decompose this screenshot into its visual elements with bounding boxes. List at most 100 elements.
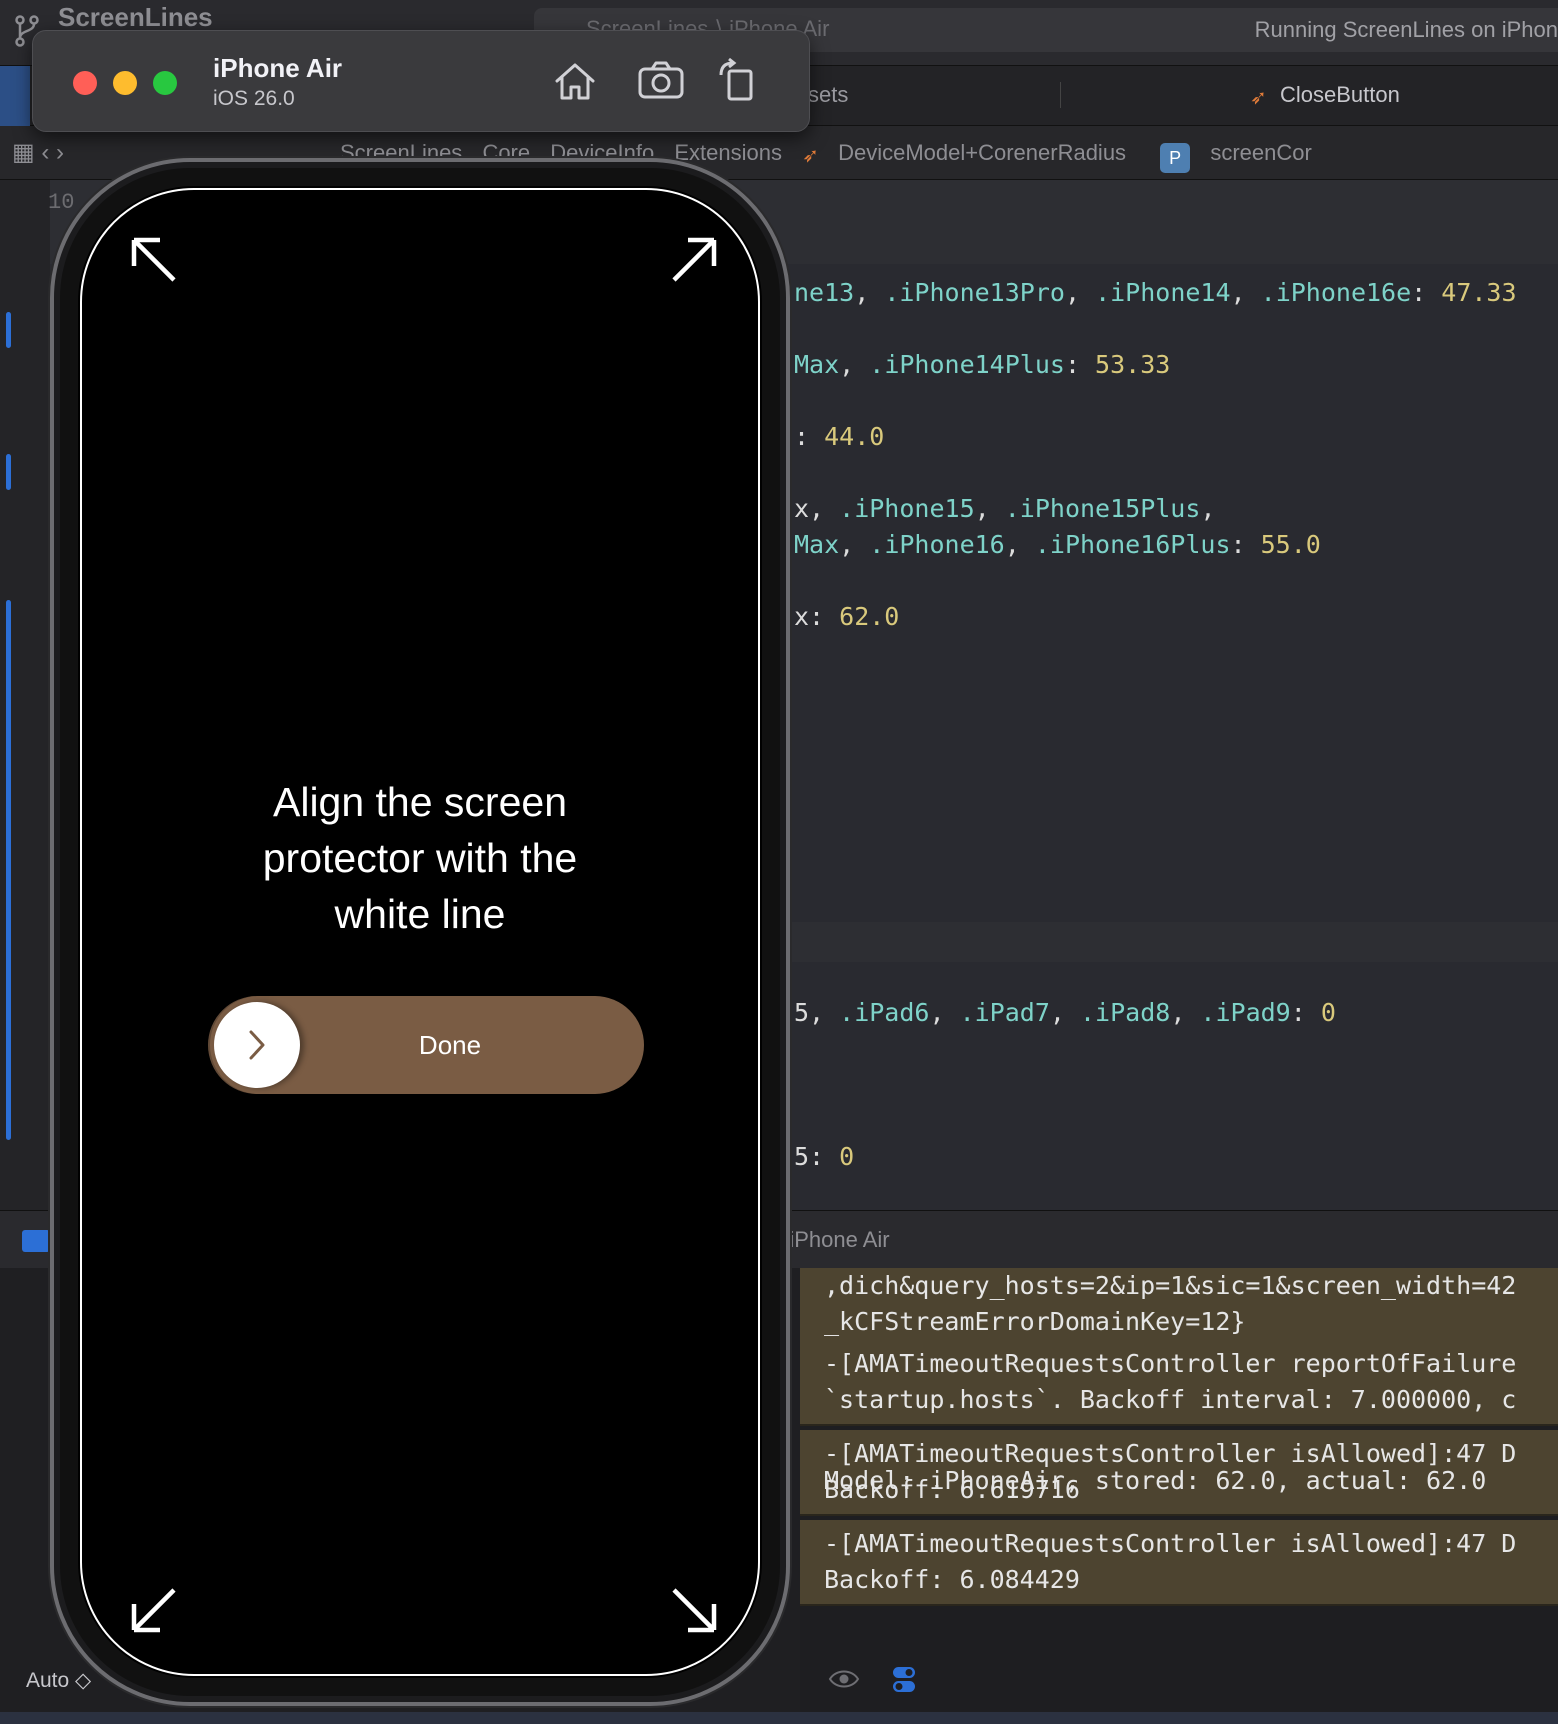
code-token: Max — [794, 530, 840, 559]
instruction-line: white line — [334, 891, 506, 937]
swift-file-icon: ➶ — [1250, 87, 1267, 109]
simulator-device-name: iPhone Air — [213, 53, 343, 83]
done-label: Done — [418, 1030, 482, 1060]
swift-file-icon: ➶ — [802, 145, 819, 167]
code-token: 44.0 — [824, 422, 885, 451]
device-screen[interactable]: Align the screen protector with the whit… — [78, 186, 762, 1678]
slide-to-done-control[interactable]: Done — [208, 996, 644, 1094]
rotate-device-icon[interactable] — [715, 57, 763, 105]
code-token: .iPhone16e — [1260, 278, 1412, 307]
close-window-button[interactable] — [73, 71, 97, 95]
code-line: Max, .iPhone16, .iPhone16Plus: 55.0 — [794, 530, 1321, 559]
line-number: 10 — [48, 190, 75, 215]
code-token: 47.33 — [1441, 278, 1517, 307]
console-log-entry[interactable]: ,dich&query_hosts=2&ip=1&sic=1&screen_wi… — [800, 1268, 1558, 1348]
code-token: 5, — [794, 998, 840, 1027]
code-line: x: 62.0 — [794, 602, 899, 631]
console-log-line: ,dich&query_hosts=2&ip=1&sic=1&screen_wi… — [824, 1271, 1517, 1300]
eye-icon[interactable] — [828, 1668, 860, 1690]
code-line: ne13, .iPhone13Pro, .iPhone14, .iPhone16… — [794, 278, 1517, 307]
code-token: , — [1200, 494, 1216, 523]
console-log-entry[interactable]: -[AMATimeoutRequestsController reportOfF… — [800, 1340, 1558, 1426]
code-token: : — [1230, 530, 1261, 559]
code-token: .iPhone15 — [839, 494, 975, 523]
code-token: : — [1411, 278, 1442, 307]
console-plain-line: Model: iPhoneAir, stored: 62.0, actual: … — [824, 1466, 1487, 1495]
debug-area-toggle[interactable] — [22, 1230, 50, 1252]
navigator-selected-indicator — [0, 66, 30, 126]
console-log-line: _kCFStreamErrorDomainKey=12} — [824, 1307, 1246, 1336]
change-marker — [6, 454, 11, 490]
code-token: , — [1170, 998, 1201, 1027]
console-log-entry[interactable]: -[AMATimeoutRequestsController isAllowed… — [800, 1520, 1558, 1606]
code-token: .iPad9 — [1200, 998, 1291, 1027]
arrow-up-left-icon — [131, 237, 176, 282]
instruction-line: protector with the — [262, 835, 578, 881]
slider-knob[interactable] — [214, 1002, 300, 1088]
breadcrumb-symbol[interactable]: P screenCor — [1160, 140, 1326, 173]
code-token: 0 — [839, 1142, 855, 1171]
variables-scope-selector[interactable]: Auto ◇ — [26, 1668, 91, 1693]
code-token: : — [794, 422, 825, 451]
related-items-icon[interactable]: ▦ ‹ › — [12, 138, 64, 167]
console-output[interactable]: ,dich&query_hosts=2&ip=1&sic=1&screen_wi… — [800, 1268, 1558, 1724]
breadcrumb-folder[interactable]: Extensions — [674, 140, 782, 165]
code-token: x, — [794, 494, 840, 523]
toggle-switches-icon[interactable] — [892, 1666, 916, 1694]
project-name: ScreenLines — [58, 2, 213, 32]
code-token: 55.0 — [1260, 530, 1321, 559]
code-line: x, .iPhone15, .iPhone15Plus, — [794, 494, 1215, 523]
tab-label: CloseButton — [1280, 82, 1400, 107]
zoom-window-button[interactable] — [153, 71, 177, 95]
property-icon: P — [1160, 143, 1191, 173]
change-marker — [6, 600, 11, 1140]
console-log-line: -[AMATimeoutRequestsController isAllowed… — [824, 1529, 1517, 1558]
code-token: x: — [794, 602, 840, 631]
code-token: , — [974, 494, 1005, 523]
status-bar — [0, 1712, 1558, 1724]
code-token: , — [1064, 278, 1096, 307]
code-token: , — [1049, 998, 1080, 1027]
screenshot-camera-icon[interactable] — [637, 57, 685, 105]
code-token: 5: — [794, 1142, 840, 1171]
code-token: 0 — [1320, 998, 1336, 1027]
code-token: .iPad6 — [839, 998, 930, 1027]
code-token: .iPad7 — [959, 998, 1050, 1027]
breadcrumb-file[interactable]: ➶ DeviceModel+CorenerRadius — [802, 140, 1140, 167]
home-icon[interactable] — [551, 57, 599, 105]
simulator-os-version: iOS 26.0 — [213, 87, 295, 110]
code-token: : — [1064, 350, 1096, 379]
code-token: .iPhone13Pro — [884, 278, 1065, 307]
code-token: .iPhone16Plus — [1034, 530, 1231, 559]
code-line: : 44.0 — [794, 422, 884, 451]
code-line: 5, .iPad6, .iPad7, .iPad8, .iPad9: 0 — [794, 998, 1336, 1027]
console-log-line: `startup.hosts`. Backoff interval: 7.000… — [824, 1385, 1517, 1414]
code-token: , — [1230, 278, 1261, 307]
code-token: .iPhone15Plus — [1004, 494, 1201, 523]
arrow-down-left-icon — [131, 1588, 176, 1633]
code-token: .iPad8 — [1080, 998, 1171, 1027]
code-token: , — [839, 530, 870, 559]
iphone-device-frame: Align the screen protector with the whit… — [50, 158, 790, 1706]
code-token: , — [854, 278, 885, 307]
run-status: Running ScreenLines on iPhon — [1254, 17, 1558, 42]
code-line: Max, .iPhone14Plus: 53.33 — [794, 350, 1170, 379]
tab-assets[interactable]: sets — [808, 82, 848, 108]
code-token: , — [929, 998, 960, 1027]
code-token: ne13 — [794, 278, 855, 307]
minimize-window-button[interactable] — [113, 71, 137, 95]
code-token: : — [1290, 998, 1321, 1027]
code-line: 5: 0 — [794, 1142, 854, 1171]
tab-close-button-file[interactable]: ➶ CloseButton — [1250, 82, 1400, 109]
code-token: 53.33 — [1095, 350, 1171, 379]
code-token: 62.0 — [839, 602, 900, 631]
tab-divider — [1060, 82, 1061, 108]
alignment-instruction: Align the screen protector with the whit… — [120, 774, 720, 942]
code-token: , — [1004, 530, 1035, 559]
editor-gutter — [0, 180, 50, 1210]
code-token: .iPhone14 — [1095, 278, 1231, 307]
change-marker — [6, 312, 11, 348]
arrow-down-right-icon — [672, 1588, 717, 1633]
console-log-line: -[AMATimeoutRequestsController reportOfF… — [824, 1349, 1517, 1378]
console-log-line: Backoff: 6.084429 — [824, 1565, 1080, 1594]
